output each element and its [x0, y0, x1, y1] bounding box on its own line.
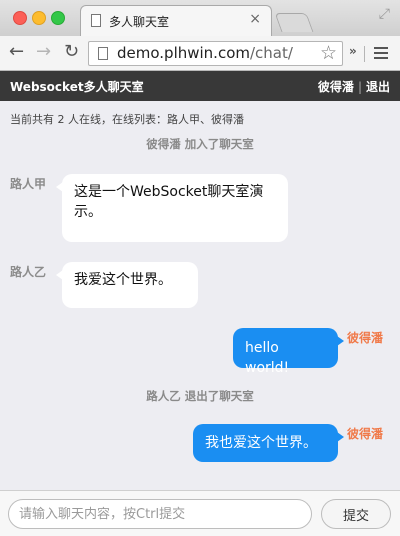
own-message-bubble: hello world! [233, 328, 344, 376]
back-icon[interactable]: ← [9, 42, 24, 62]
user-area: 彼得潘 | 退出 [318, 78, 390, 95]
system-message: 彼得潘 加入了聊天室 [146, 137, 254, 151]
message-sender: 路人乙 [10, 265, 47, 279]
message-sender: 彼得潘 [347, 331, 384, 345]
message-bubble: 我爱这个世界。 [56, 262, 198, 308]
send-button[interactable]: 提交 [321, 499, 391, 529]
browser-tabstrip: 多人聊天室 × ⤢ [0, 0, 400, 36]
extensions-chevron-icon[interactable]: » [349, 44, 357, 58]
header-separator: | [357, 80, 362, 94]
forward-icon[interactable]: → [36, 42, 51, 62]
message-input[interactable] [8, 499, 312, 529]
app-title: Websocket多人聊天室 [10, 80, 144, 94]
message-sender: 彼得潘 [347, 427, 384, 441]
app-header: Websocket多人聊天室 彼得潘 | 退出 [0, 71, 400, 101]
bookmark-star-icon[interactable]: ☆ [320, 42, 337, 64]
message-input-bar: 提交 [0, 490, 400, 536]
tab-title: 多人聊天室 [109, 15, 170, 29]
url-text[interactable]: demo.plhwin.com/chat/ [117, 44, 293, 62]
window-maximize-button[interactable] [51, 11, 65, 25]
url-path: /chat/ [250, 44, 293, 62]
tab-close-icon[interactable]: × [249, 11, 261, 27]
logout-link[interactable]: 退出 [366, 80, 390, 94]
url-host: demo.plhwin.com [117, 44, 250, 62]
online-info: 当前共有 2 人在线，在线列表：路人甲、彼得潘 [10, 113, 244, 126]
window-close-button[interactable] [13, 11, 27, 25]
browser-toolbar: ← → ↻ demo.plhwin.com/chat/ ☆ » [0, 36, 400, 71]
browser-tab[interactable]: 多人聊天室 × [80, 5, 272, 36]
address-bar[interactable]: demo.plhwin.com/chat/ ☆ [88, 41, 343, 66]
message-sender: 路人甲 [10, 177, 47, 191]
current-user-name: 彼得潘 [317, 80, 354, 94]
page-icon [91, 14, 101, 27]
page-icon [98, 47, 108, 60]
toolbar-divider [364, 46, 365, 62]
new-tab-button[interactable] [274, 13, 314, 32]
chat-area[interactable]: 当前共有 2 人在线，在线列表：路人甲、彼得潘 彼得潘 加入了聊天室 路人甲 这… [0, 101, 400, 490]
menu-icon[interactable] [374, 47, 388, 62]
window-minimize-button[interactable] [32, 11, 46, 25]
fullscreen-icon[interactable]: ⤢ [379, 6, 390, 22]
system-message: 路人乙 退出了聊天室 [146, 389, 254, 403]
own-message-bubble: 我也爱这个世界。 [193, 424, 344, 462]
message-bubble: 这是一个WebSocket聊天室演示。 [56, 174, 288, 242]
reload-icon[interactable]: ↻ [64, 42, 79, 62]
